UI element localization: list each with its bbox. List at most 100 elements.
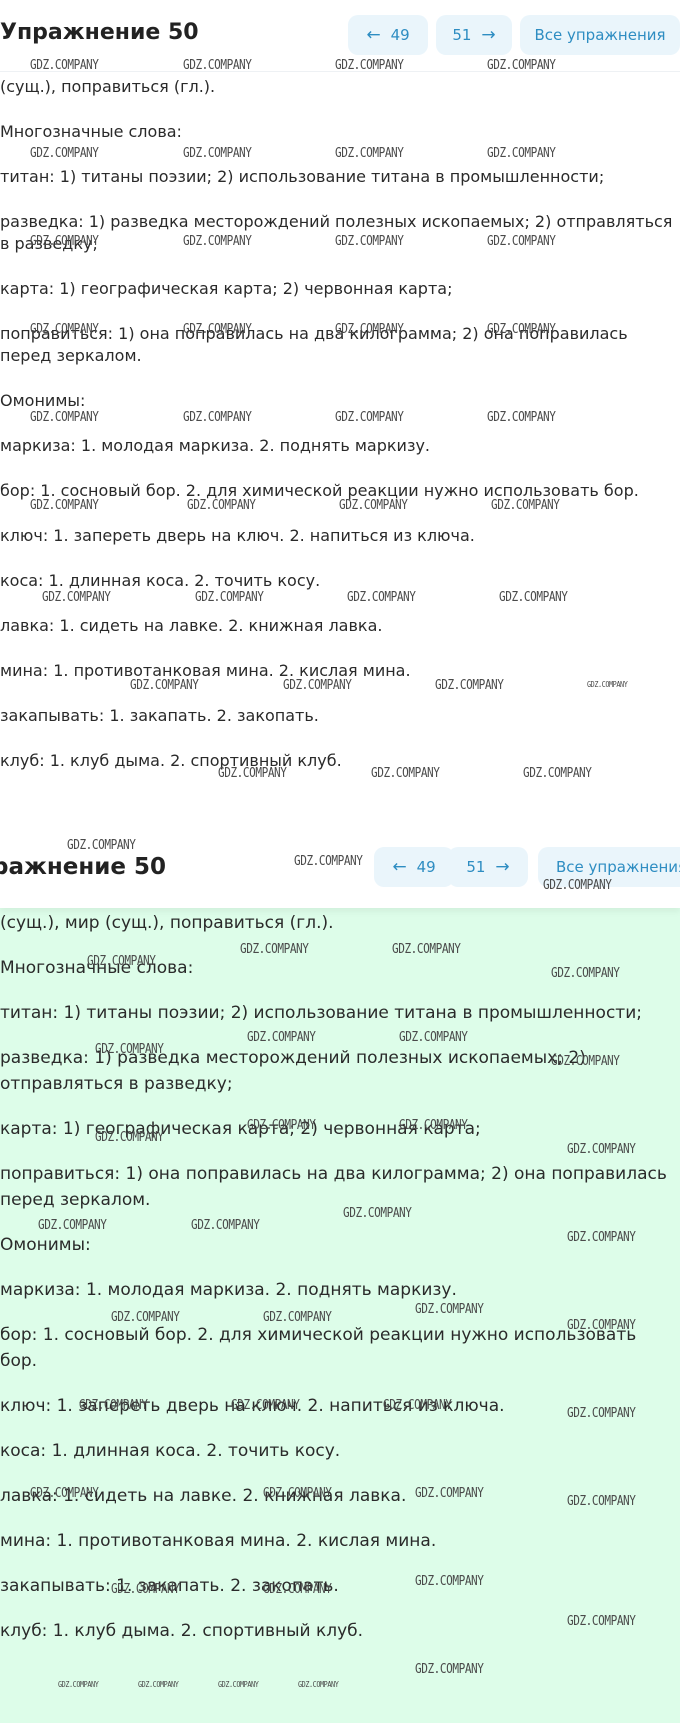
watermark: GDZ.COMPANY: [487, 234, 556, 249]
watermark: GDZ.COMPANY: [218, 766, 287, 781]
solution-paragraph: поправиться: 1) она поправилась на два к…: [0, 1164, 667, 1210]
solution-paragraph: закапывать: 1. закапать. 2. закопать.: [0, 706, 319, 725]
watermark: GDZ.COMPANY: [339, 498, 408, 513]
watermark: GDZ.COMPANY: [543, 878, 612, 893]
solution-paragraph: маркиза: 1. молодая маркиза. 2. поднять …: [0, 1280, 457, 1300]
watermark: GDZ.COMPANY: [187, 498, 256, 513]
watermark: GDZ.COMPANY: [191, 1218, 260, 1233]
watermark: GDZ.COMPANY: [195, 590, 264, 605]
all-exercises-button[interactable]: Все упражнения: [520, 15, 680, 55]
page-title: Упражнение 50: [0, 20, 199, 45]
solution-paragraph: мина: 1. противотанковая мина. 2. кислая…: [0, 1531, 437, 1551]
watermark: GDZ.COMPANY: [79, 1398, 148, 1413]
watermark: GDZ.COMPANY: [218, 1680, 259, 1689]
watermark: GDZ.COMPANY: [335, 234, 404, 249]
solution-paragraph: (сущ.), мир (сущ.), поправиться (гл.).: [0, 913, 334, 933]
watermark: GDZ.COMPANY: [415, 1662, 484, 1677]
watermark: GDZ.COMPANY: [587, 680, 628, 689]
watermark: GDZ.COMPANY: [263, 1486, 332, 1501]
watermark: GDZ.COMPANY: [347, 590, 416, 605]
watermark: GDZ.COMPANY: [183, 322, 252, 337]
prev-exercise-button[interactable]: ← 49: [374, 847, 454, 887]
watermark: GDZ.COMPANY: [551, 966, 620, 981]
watermark: GDZ.COMPANY: [263, 1310, 332, 1325]
watermark: GDZ.COMPANY: [30, 234, 99, 249]
watermark: GDZ.COMPANY: [263, 1582, 332, 1597]
watermark: GDZ.COMPANY: [487, 58, 556, 73]
watermark: GDZ.COMPANY: [247, 1118, 316, 1133]
watermark: GDZ.COMPANY: [30, 1486, 99, 1501]
solution-paragraph: ключ: 1. запереть дверь на ключ. 2. напи…: [0, 526, 475, 545]
watermark: GDZ.COMPANY: [499, 590, 568, 605]
watermark: GDZ.COMPANY: [335, 410, 404, 425]
watermark: GDZ.COMPANY: [58, 1680, 99, 1689]
solution-paragraph: коса: 1. длинная коса. 2. точить косу.: [0, 571, 321, 590]
watermark: GDZ.COMPANY: [567, 1614, 636, 1629]
watermark: GDZ.COMPANY: [294, 854, 363, 869]
watermark: GDZ.COMPANY: [415, 1574, 484, 1589]
watermark: GDZ.COMPANY: [231, 1398, 300, 1413]
watermark: GDZ.COMPANY: [30, 410, 99, 425]
watermark: GDZ.COMPANY: [335, 322, 404, 337]
next-exercise-button[interactable]: 51 →: [436, 15, 512, 55]
watermark: GDZ.COMPANY: [487, 146, 556, 161]
watermark: GDZ.COMPANY: [567, 1318, 636, 1333]
arrow-left-icon: ←: [392, 856, 407, 877]
watermark: GDZ.COMPANY: [111, 1310, 180, 1325]
arrow-right-icon: →: [495, 856, 510, 877]
watermark: GDZ.COMPANY: [30, 322, 99, 337]
prev-exercise-label: 49: [390, 26, 410, 44]
watermark: GDZ.COMPANY: [38, 1218, 107, 1233]
watermark: GDZ.COMPANY: [30, 146, 99, 161]
watermark: GDZ.COMPANY: [183, 410, 252, 425]
all-exercises-label: Все упражнения: [534, 26, 666, 44]
watermark: GDZ.COMPANY: [42, 590, 111, 605]
watermark: GDZ.COMPANY: [240, 942, 309, 957]
solution-paragraph: титан: 1) титаны поэзии; 2) использовани…: [0, 167, 605, 186]
watermark: GDZ.COMPANY: [435, 678, 504, 693]
all-exercises-label: Все упражнения: [556, 858, 680, 876]
next-exercise-label: 51: [452, 26, 472, 44]
watermark: GDZ.COMPANY: [399, 1030, 468, 1045]
watermark: GDZ.COMPANY: [415, 1486, 484, 1501]
watermark: GDZ.COMPANY: [567, 1406, 636, 1421]
watermark: GDZ.COMPANY: [335, 146, 404, 161]
watermark: GDZ.COMPANY: [95, 1130, 164, 1145]
watermark: GDZ.COMPANY: [415, 1302, 484, 1317]
watermark: GDZ.COMPANY: [487, 410, 556, 425]
watermark: GDZ.COMPANY: [343, 1206, 412, 1221]
solution-paragraph: коса: 1. длинная коса. 2. точить косу.: [0, 1441, 341, 1461]
watermark: GDZ.COMPANY: [567, 1230, 636, 1245]
solution-paragraph: маркиза: 1. молодая маркиза. 2. поднять …: [0, 436, 431, 455]
arrow-left-icon: ←: [366, 24, 381, 45]
watermark: GDZ.COMPANY: [30, 498, 99, 513]
watermark: GDZ.COMPANY: [383, 1398, 452, 1413]
next-exercise-button[interactable]: 51 →: [448, 847, 528, 887]
solution-paragraph: карта: 1) географическая карта; 2) черво…: [0, 279, 453, 298]
watermark: GDZ.COMPANY: [87, 954, 156, 969]
next-exercise-label: 51: [466, 858, 486, 876]
watermark: GDZ.COMPANY: [283, 678, 352, 693]
solution-paragraph: закапывать: 1. закапать. 2. закопать.: [0, 1576, 339, 1596]
watermark: GDZ.COMPANY: [392, 942, 461, 957]
watermark: GDZ.COMPANY: [183, 234, 252, 249]
solution-paragraph: титан: 1) титаны поэзии; 2) использовани…: [0, 1003, 642, 1023]
watermark: GDZ.COMPANY: [183, 58, 252, 73]
solution-paragraph: (сущ.), поправиться (гл.).: [0, 77, 216, 96]
watermark: GDZ.COMPANY: [335, 58, 404, 73]
watermark: GDZ.COMPANY: [183, 146, 252, 161]
watermark: GDZ.COMPANY: [67, 838, 136, 853]
watermark: GDZ.COMPANY: [487, 322, 556, 337]
watermark: GDZ.COMPANY: [567, 1142, 636, 1157]
prev-exercise-label: 49: [416, 858, 436, 876]
page-title: ражнение 50: [0, 854, 166, 880]
arrow-right-icon: →: [481, 24, 496, 45]
prev-exercise-button[interactable]: ← 49: [348, 15, 428, 55]
watermark: GDZ.COMPANY: [111, 1582, 180, 1597]
solution-text-bottom: (сущ.), мир (сущ.), поправиться (гл.). М…: [0, 910, 680, 1663]
watermark: GDZ.COMPANY: [247, 1030, 316, 1045]
watermark: GDZ.COMPANY: [130, 678, 199, 693]
solution-paragraph: Многозначные слова:: [0, 122, 182, 141]
watermark: GDZ.COMPANY: [523, 766, 592, 781]
solution-paragraph: лавка: 1. сидеть на лавке. 2. книжная ла…: [0, 616, 383, 635]
